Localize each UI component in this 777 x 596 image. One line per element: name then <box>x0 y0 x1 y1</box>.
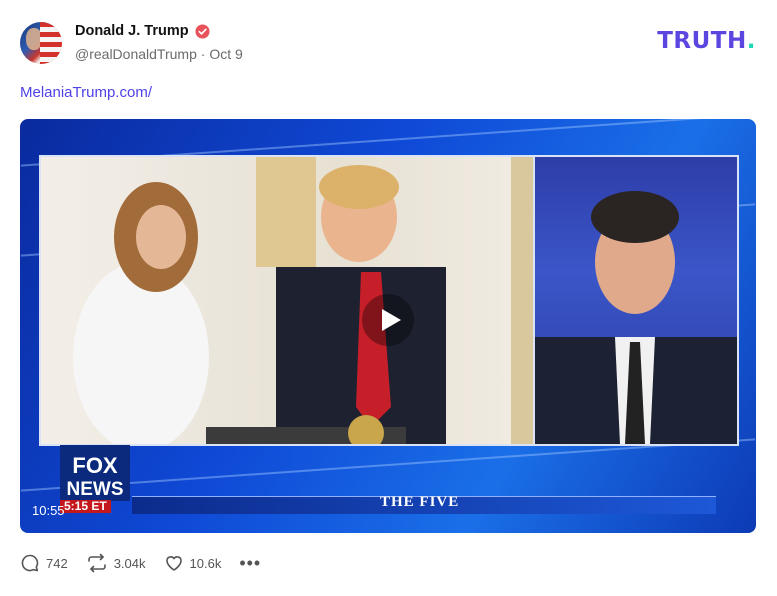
video-scene-right <box>535 191 737 444</box>
show-name: THE FIVE <box>380 494 460 510</box>
post-meta: @realDonaldTrump · Oct 9 <box>75 46 243 62</box>
author-handle[interactable]: @realDonaldTrump <box>75 46 197 62</box>
post-date[interactable]: Oct 9 <box>209 46 242 62</box>
video-frame-right <box>533 155 739 446</box>
video-frame-left <box>39 155 535 446</box>
svg-text:NEWS: NEWS <box>67 479 124 500</box>
more-options-button[interactable]: ••• <box>239 553 262 573</box>
time-badge: 5:15 ET <box>60 500 111 513</box>
post-actions: 742 3.04k 10.6k ••• <box>20 553 279 573</box>
comment-icon <box>21 554 39 572</box>
reply-button[interactable]: 742 <box>20 553 68 573</box>
like-count: 10.6k <box>189 555 222 571</box>
retruth-button[interactable]: 3.04k <box>86 553 146 573</box>
video-scene-left <box>73 157 533 444</box>
video-player[interactable]: THE FIVE FOX NEWS 5:15 ET 10:55 <box>20 119 756 533</box>
like-button[interactable]: 10.6k <box>164 553 222 573</box>
heart-icon <box>165 556 182 571</box>
author-avatar[interactable] <box>20 22 62 64</box>
verified-badge-icon <box>195 23 210 39</box>
svg-text:FOX: FOX <box>72 453 118 478</box>
play-button[interactable] <box>362 294 414 346</box>
retruth-icon <box>87 553 106 573</box>
post-link[interactable]: MelaniaTrump.com/ <box>20 84 152 101</box>
truth-logo[interactable]: TRUTH. <box>657 28 756 54</box>
video-duration: 10:55 <box>32 503 65 518</box>
retruth-count: 3.04k <box>113 555 146 571</box>
play-icon <box>382 309 401 331</box>
reply-count: 742 <box>46 555 68 571</box>
author-name[interactable]: Donald J. Trump <box>75 23 189 39</box>
more-icon: ••• <box>239 553 262 573</box>
